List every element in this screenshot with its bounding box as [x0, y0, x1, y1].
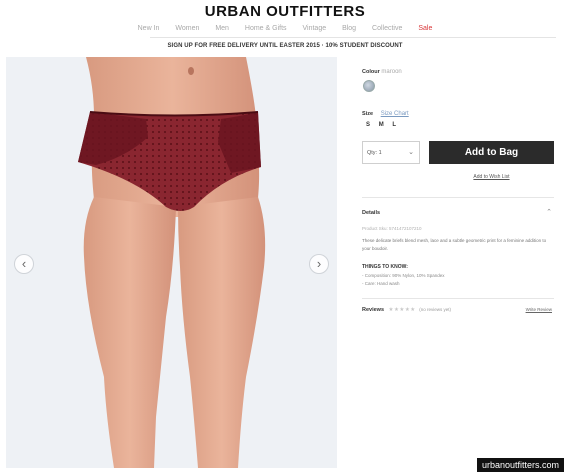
model-right-leg	[178, 197, 266, 468]
site-header: URBAN OUTFITTERS New In Women Men Home &…	[0, 0, 570, 56]
size-chart-link[interactable]: Size Chart	[381, 111, 409, 117]
colour-value: maroon	[381, 69, 402, 75]
size-row: Size Size Chart	[362, 111, 409, 117]
gallery-next-button[interactable]: ›	[309, 254, 329, 274]
brand-logo[interactable]: URBAN OUTFITTERS	[0, 3, 570, 20]
nav-item-blog[interactable]: Blog	[342, 25, 356, 32]
divider	[362, 197, 554, 198]
product-sku: Product Sku: 5741472107210	[362, 226, 422, 231]
promo-banner[interactable]: SIGN UP FOR FREE DELIVERY UNTIL EASTER 2…	[0, 43, 570, 49]
quantity-value: Qty: 1	[367, 150, 382, 156]
add-to-wish-list-link[interactable]: Add to Wish List	[429, 174, 554, 180]
size-options: S M L	[366, 122, 403, 128]
reviews-label: Reviews	[362, 307, 385, 313]
gallery-prev-button[interactable]: ‹	[14, 254, 34, 274]
details-accordion-header[interactable]: Details ⌃	[362, 209, 554, 216]
nav-item-collective[interactable]: Collective	[372, 25, 402, 32]
product-image[interactable]: ‹ ›	[6, 57, 337, 468]
reviews-row: Reviews ★★★★★ (no reviews yet) Write Rev…	[362, 307, 554, 313]
nav-item-men[interactable]: Men	[215, 25, 229, 32]
chevron-down-icon: ⌄	[408, 149, 414, 156]
chevron-up-icon: ⌃	[546, 209, 552, 216]
size-label: Size	[362, 111, 374, 117]
nav-item-sale[interactable]: Sale	[418, 25, 432, 32]
care-text: - Care: Hand wash	[362, 281, 400, 286]
product-description: These delicate briefs blend mesh, lace a…	[362, 238, 547, 251]
chevron-left-icon: ‹	[21, 256, 27, 271]
nav-item-new-in[interactable]: New In	[138, 25, 160, 32]
divider	[362, 298, 554, 299]
details-heading: Details	[362, 210, 381, 216]
model-left-leg	[83, 197, 176, 468]
nav-item-vintage[interactable]: Vintage	[302, 25, 326, 32]
composition-text: - Composition: 90% Nylon, 10% Spandex	[362, 273, 445, 278]
header-divider	[150, 37, 556, 38]
things-to-know-heading: THINGS TO KNOW:	[362, 264, 408, 270]
nav-item-women[interactable]: Women	[175, 25, 199, 32]
rating-stars-icon: ★★★★★	[388, 307, 416, 313]
size-option-m[interactable]: M	[379, 122, 384, 128]
size-option-s[interactable]: S	[366, 122, 370, 128]
product-photo	[78, 57, 266, 468]
size-option-l[interactable]: L	[392, 122, 396, 128]
nav-item-home-gifts[interactable]: Home & Gifts	[245, 25, 287, 32]
navel	[188, 67, 194, 75]
chevron-right-icon: ›	[316, 256, 322, 271]
write-review-link[interactable]: Write Review	[526, 307, 552, 312]
quantity-select[interactable]: Qty: 1 ⌄	[362, 141, 420, 164]
colour-row: Colour maroon	[362, 69, 402, 75]
review-count: (no reviews yet)	[419, 307, 451, 312]
main-nav: New In Women Men Home & Gifts Vintage Bl…	[0, 25, 570, 32]
colour-swatch[interactable]	[363, 80, 375, 92]
add-to-bag-button[interactable]: Add to Bag	[429, 141, 554, 164]
colour-label: Colour	[362, 69, 380, 75]
source-watermark: urbanoutfitters.com	[476, 458, 564, 472]
